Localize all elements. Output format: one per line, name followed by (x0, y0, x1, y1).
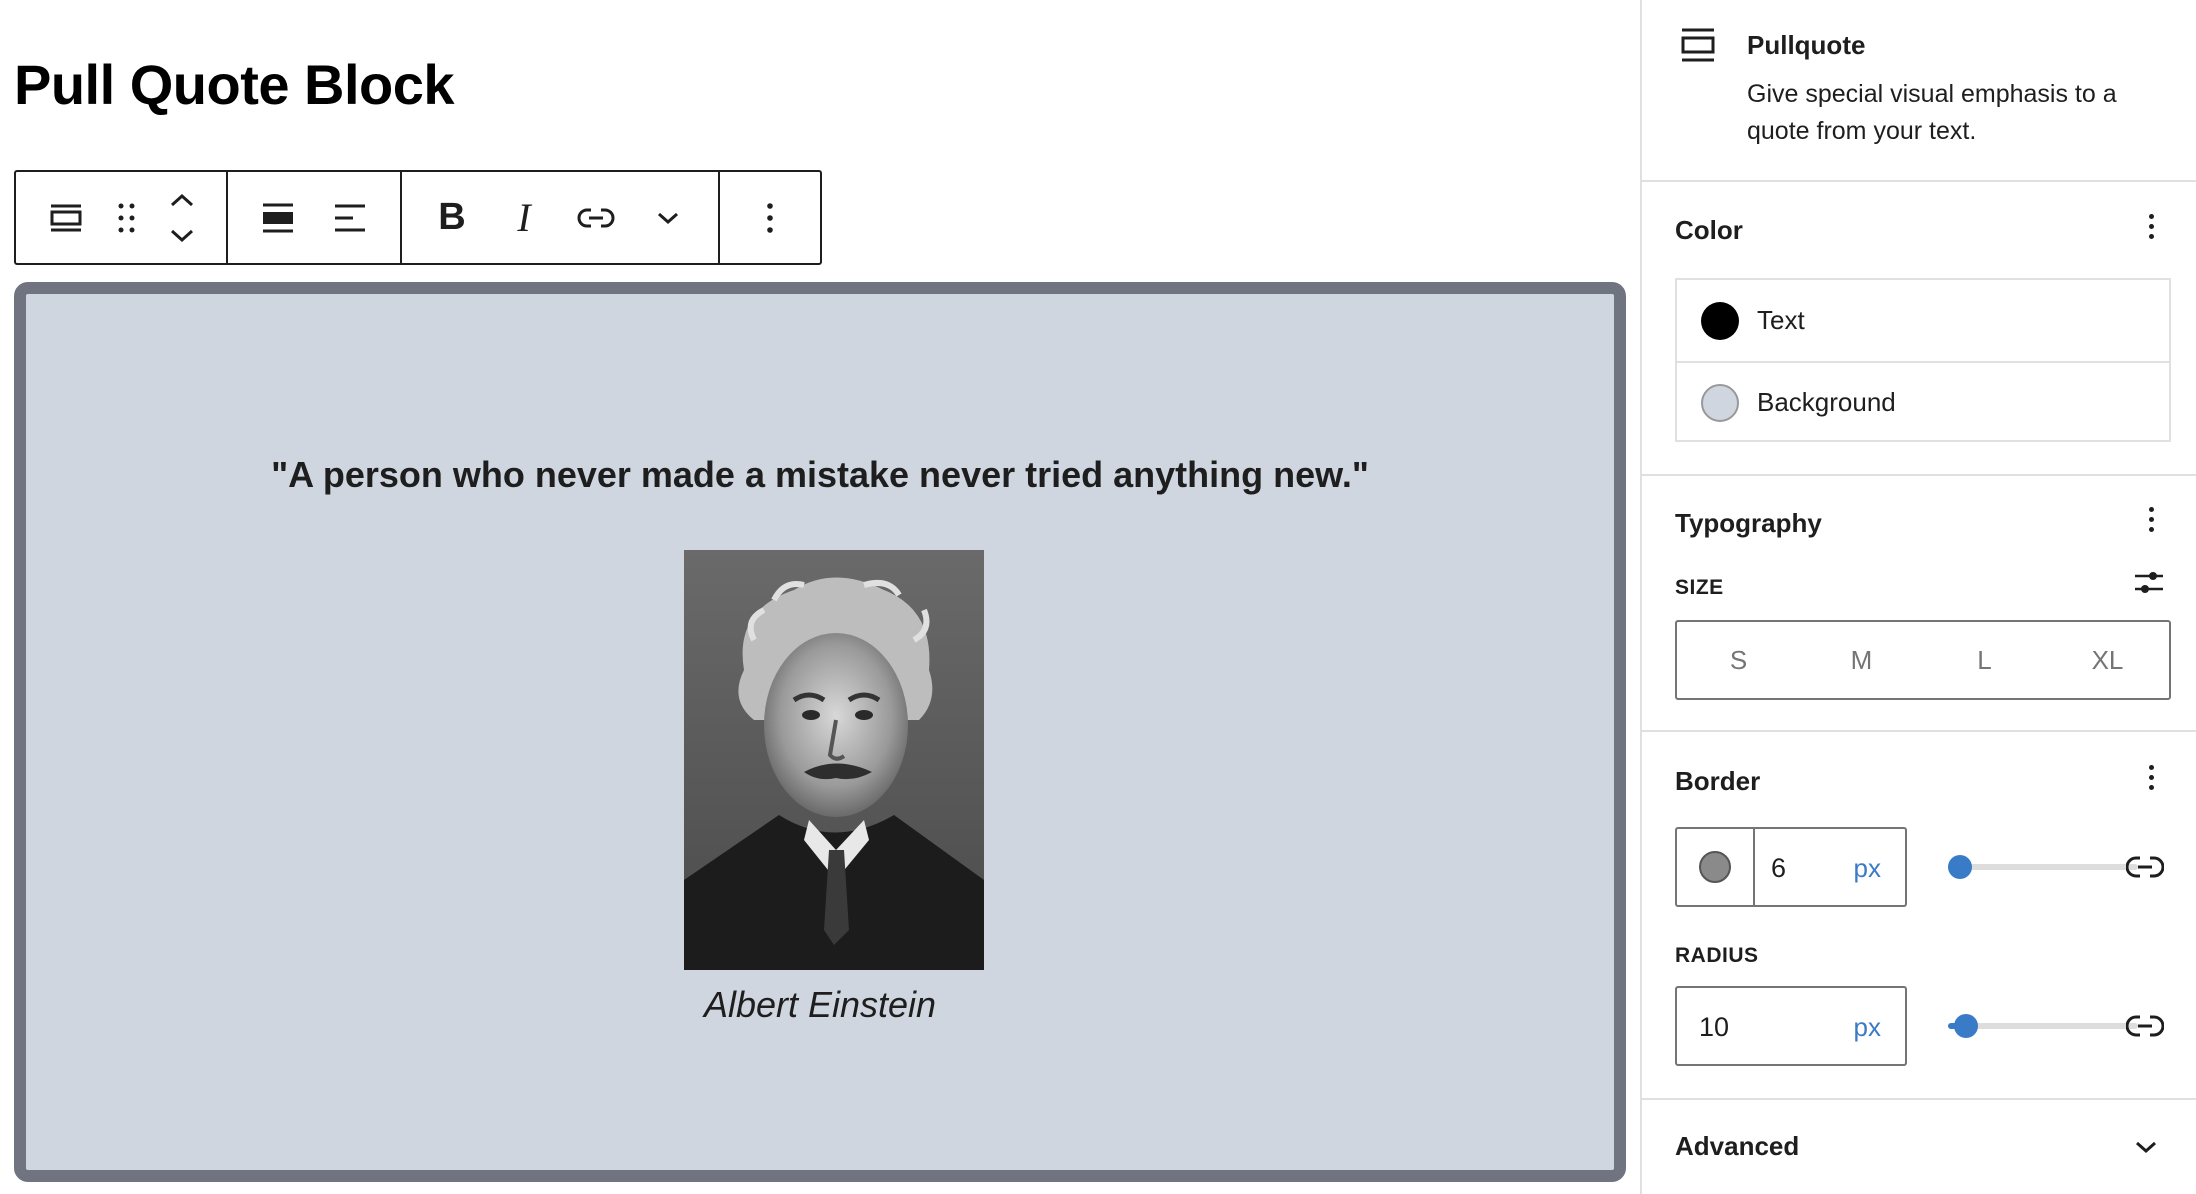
border-width-control: 6 px (1675, 827, 1907, 907)
border-radius-slider[interactable] (1948, 1014, 2138, 1038)
chevron-down-icon[interactable] (2134, 1140, 2158, 1154)
size-option-xl[interactable]: XL (2046, 622, 2169, 698)
font-size-picker: S M L XL (1675, 620, 2171, 700)
radius-label: RADIUS (1675, 944, 1759, 967)
block-align-button[interactable] (242, 172, 314, 263)
italic-button[interactable]: I (488, 172, 560, 263)
border-radius-input[interactable]: 10 (1699, 1012, 1729, 1043)
size-option-s[interactable]: S (1677, 622, 1800, 698)
align-wide-icon (263, 203, 293, 232)
color-settings-list: Text Background (1675, 278, 2171, 442)
text-color-label: Text (1757, 305, 1805, 335)
background-color-swatch (1701, 383, 1739, 422)
block-card: Pullquote Give special visual emphasis t… (1642, 0, 2196, 182)
text-align-button[interactable] (314, 172, 386, 263)
link-icon (577, 208, 615, 227)
pullquote-icon (50, 204, 82, 231)
italic-icon: I (517, 195, 531, 240)
advanced-panel[interactable]: Advanced (1642, 1098, 2196, 1194)
text-color-swatch (1701, 301, 1739, 340)
block-type-button[interactable] (30, 172, 102, 263)
border-radius-slider-thumb[interactable] (1954, 1014, 1978, 1038)
typography-options-icon[interactable] (2146, 507, 2156, 537)
move-up-down-button[interactable] (152, 172, 212, 263)
border-radius-unit[interactable]: px (1854, 1012, 1881, 1043)
toolbar-group-align (228, 172, 402, 263)
block-description: Give special visual emphasis to a quote … (1747, 80, 2117, 145)
citation[interactable]: Albert Einstein (26, 984, 1614, 1026)
pullquote-block[interactable]: "A person who never made a mistake never… (14, 282, 1626, 1182)
size-option-l[interactable]: L (1923, 622, 2046, 698)
drag-handle[interactable] (102, 172, 152, 263)
border-width-slider-thumb[interactable] (1948, 855, 1972, 879)
editor-canvas: Pull Quote Block B I "A person who never… (0, 0, 1640, 1194)
page-title[interactable]: Pull Quote Block (14, 52, 455, 117)
border-width-slider[interactable] (1948, 855, 2138, 879)
drag-handle-icon (118, 203, 135, 232)
size-label: SIZE (1675, 576, 1724, 599)
chevron-up-down-icon (170, 193, 194, 242)
size-option-m[interactable]: M (1800, 622, 1923, 698)
more-rich-text-button[interactable] (632, 172, 704, 263)
unlink-sides-icon[interactable] (2126, 854, 2164, 880)
border-radius-control: 10 px (1675, 986, 1907, 1066)
background-color-option[interactable]: Background (1677, 361, 2169, 442)
link-button[interactable] (560, 172, 632, 263)
block-toolbar: B I (14, 170, 822, 265)
border-color-button[interactable] (1677, 829, 1755, 905)
border-color-swatch (1699, 851, 1731, 883)
align-left-icon (335, 204, 365, 231)
toolbar-group-options (720, 172, 820, 263)
bold-button[interactable]: B (416, 172, 488, 263)
border-options-icon[interactable] (2146, 765, 2156, 795)
chevron-down-icon (658, 212, 678, 224)
custom-size-icon[interactable] (2133, 568, 2165, 598)
border-panel-title: Border (1675, 766, 1761, 796)
options-button[interactable] (734, 172, 806, 263)
pullquote-icon (1681, 28, 1715, 62)
bold-icon: B (438, 196, 466, 238)
advanced-panel-title[interactable]: Advanced (1675, 1131, 1799, 1162)
border-width-input[interactable]: 6 (1771, 853, 1786, 884)
einstein-portrait-image[interactable] (684, 550, 984, 970)
block-title: Pullquote (1747, 30, 1866, 60)
quote-text[interactable]: "A person who never made a mistake never… (26, 454, 1614, 496)
toolbar-group-block (16, 172, 228, 263)
border-width-unit[interactable]: px (1854, 853, 1881, 884)
toolbar-group-format: B I (402, 172, 720, 263)
background-color-label: Background (1757, 387, 1896, 417)
unlink-corners-icon[interactable] (2126, 1013, 2164, 1039)
typography-panel-title: Typography (1675, 508, 1822, 538)
color-panel-title: Color (1675, 215, 1743, 245)
text-color-option[interactable]: Text (1677, 280, 2169, 361)
block-settings-sidebar: Pullquote Give special visual emphasis t… (1640, 0, 2196, 1194)
more-vertical-icon (767, 202, 773, 233)
color-options-icon[interactable] (2146, 214, 2156, 244)
